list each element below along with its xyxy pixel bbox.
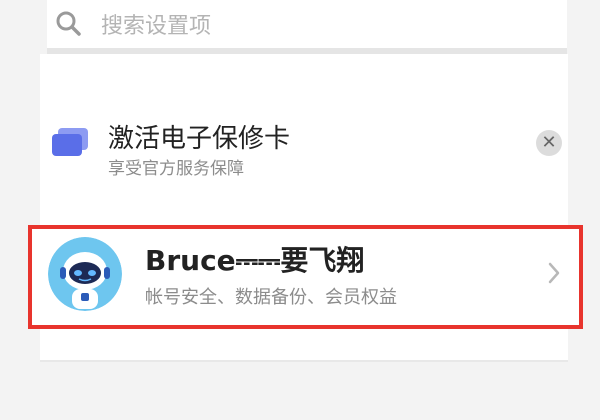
close-icon[interactable]: ✕ <box>536 130 562 156</box>
search-bar[interactable]: 搜索设置项 <box>47 0 567 48</box>
search-icon <box>56 11 81 36</box>
account-row[interactable]: Bruce⎓⎓要飞翔 帐号安全、数据备份、会员权益 <box>28 225 583 329</box>
card-icon <box>52 128 88 156</box>
account-name: Bruce⎓⎓要飞翔 <box>145 244 365 277</box>
warranty-title: 激活电子保修卡 <box>108 124 291 154</box>
warranty-subtitle: 享受官方服务保障 <box>108 159 244 179</box>
bottom-divider <box>40 360 568 362</box>
avatar[interactable] <box>48 237 122 311</box>
robot-avatar-icon <box>48 237 122 311</box>
warranty-card-row[interactable]: 激活电子保修卡 享受官方服务保障 ✕ <box>40 114 568 184</box>
search-input[interactable]: 搜索设置项 <box>101 8 211 40</box>
chevron-right-icon <box>548 262 560 284</box>
settings-card-area: 激活电子保修卡 享受官方服务保障 ✕ Bruce⎓⎓要飞翔 帐号安全、数据备份、… <box>28 54 583 360</box>
account-description: 帐号安全、数据备份、会员权益 <box>145 287 397 308</box>
